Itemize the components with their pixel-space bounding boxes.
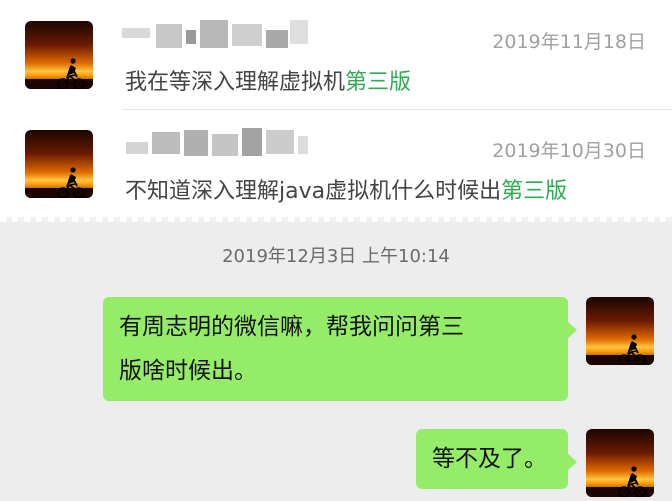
message-line: 有周志明的微信嘛，帮我问问第三 [119,314,464,340]
comment-item[interactable]: 2019年10月30日 不知道深入理解java虚拟机什么时候出第三版 [0,110,672,218]
message-line: 版啥时候出。 [119,358,257,384]
comment-item[interactable]: 2019年11月18日 我在等深入理解虚拟机第三版 [0,0,672,108]
comment-date: 2019年10月30日 [492,140,646,162]
chat-bubble[interactable]: 等不及了。 [416,429,577,489]
comment-date: 2019年11月18日 [492,31,646,53]
avatar[interactable] [586,429,654,497]
blurred-username [122,124,312,164]
comment-text-body: 我在等深入理解虚拟机 [125,70,346,95]
comment-text-body: 不知道深入理解java虚拟机什么时候出 [125,179,502,204]
message-line: 等不及了。 [432,446,547,472]
comment-highlight: 第三版 [345,70,412,95]
blurred-username [122,16,312,56]
avatar[interactable] [25,21,93,89]
sunset-cyclist-icon [25,130,93,198]
sunset-cyclist-icon [586,297,654,365]
chat-bubble[interactable]: 有周志明的微信嘛，帮我问问第三 版啥时候出。 [103,297,577,401]
sunset-cyclist-icon [25,21,93,89]
sunset-cyclist-icon [586,429,654,497]
chat-timestamp: 2019年12月3日 上午10:14 [222,246,450,267]
comment-text: 我在等深入理解虚拟机第三版 [125,64,411,96]
avatar[interactable] [25,130,93,198]
comment-highlight: 第三版 [501,179,568,204]
comments-panel: 2019年11月18日 我在等深入理解虚拟机第三版 2019年10月30日 不知… [0,0,672,222]
avatar[interactable] [586,297,654,365]
panel-edge [0,217,672,222]
comment-text: 不知道深入理解java虚拟机什么时候出第三版 [125,173,567,205]
